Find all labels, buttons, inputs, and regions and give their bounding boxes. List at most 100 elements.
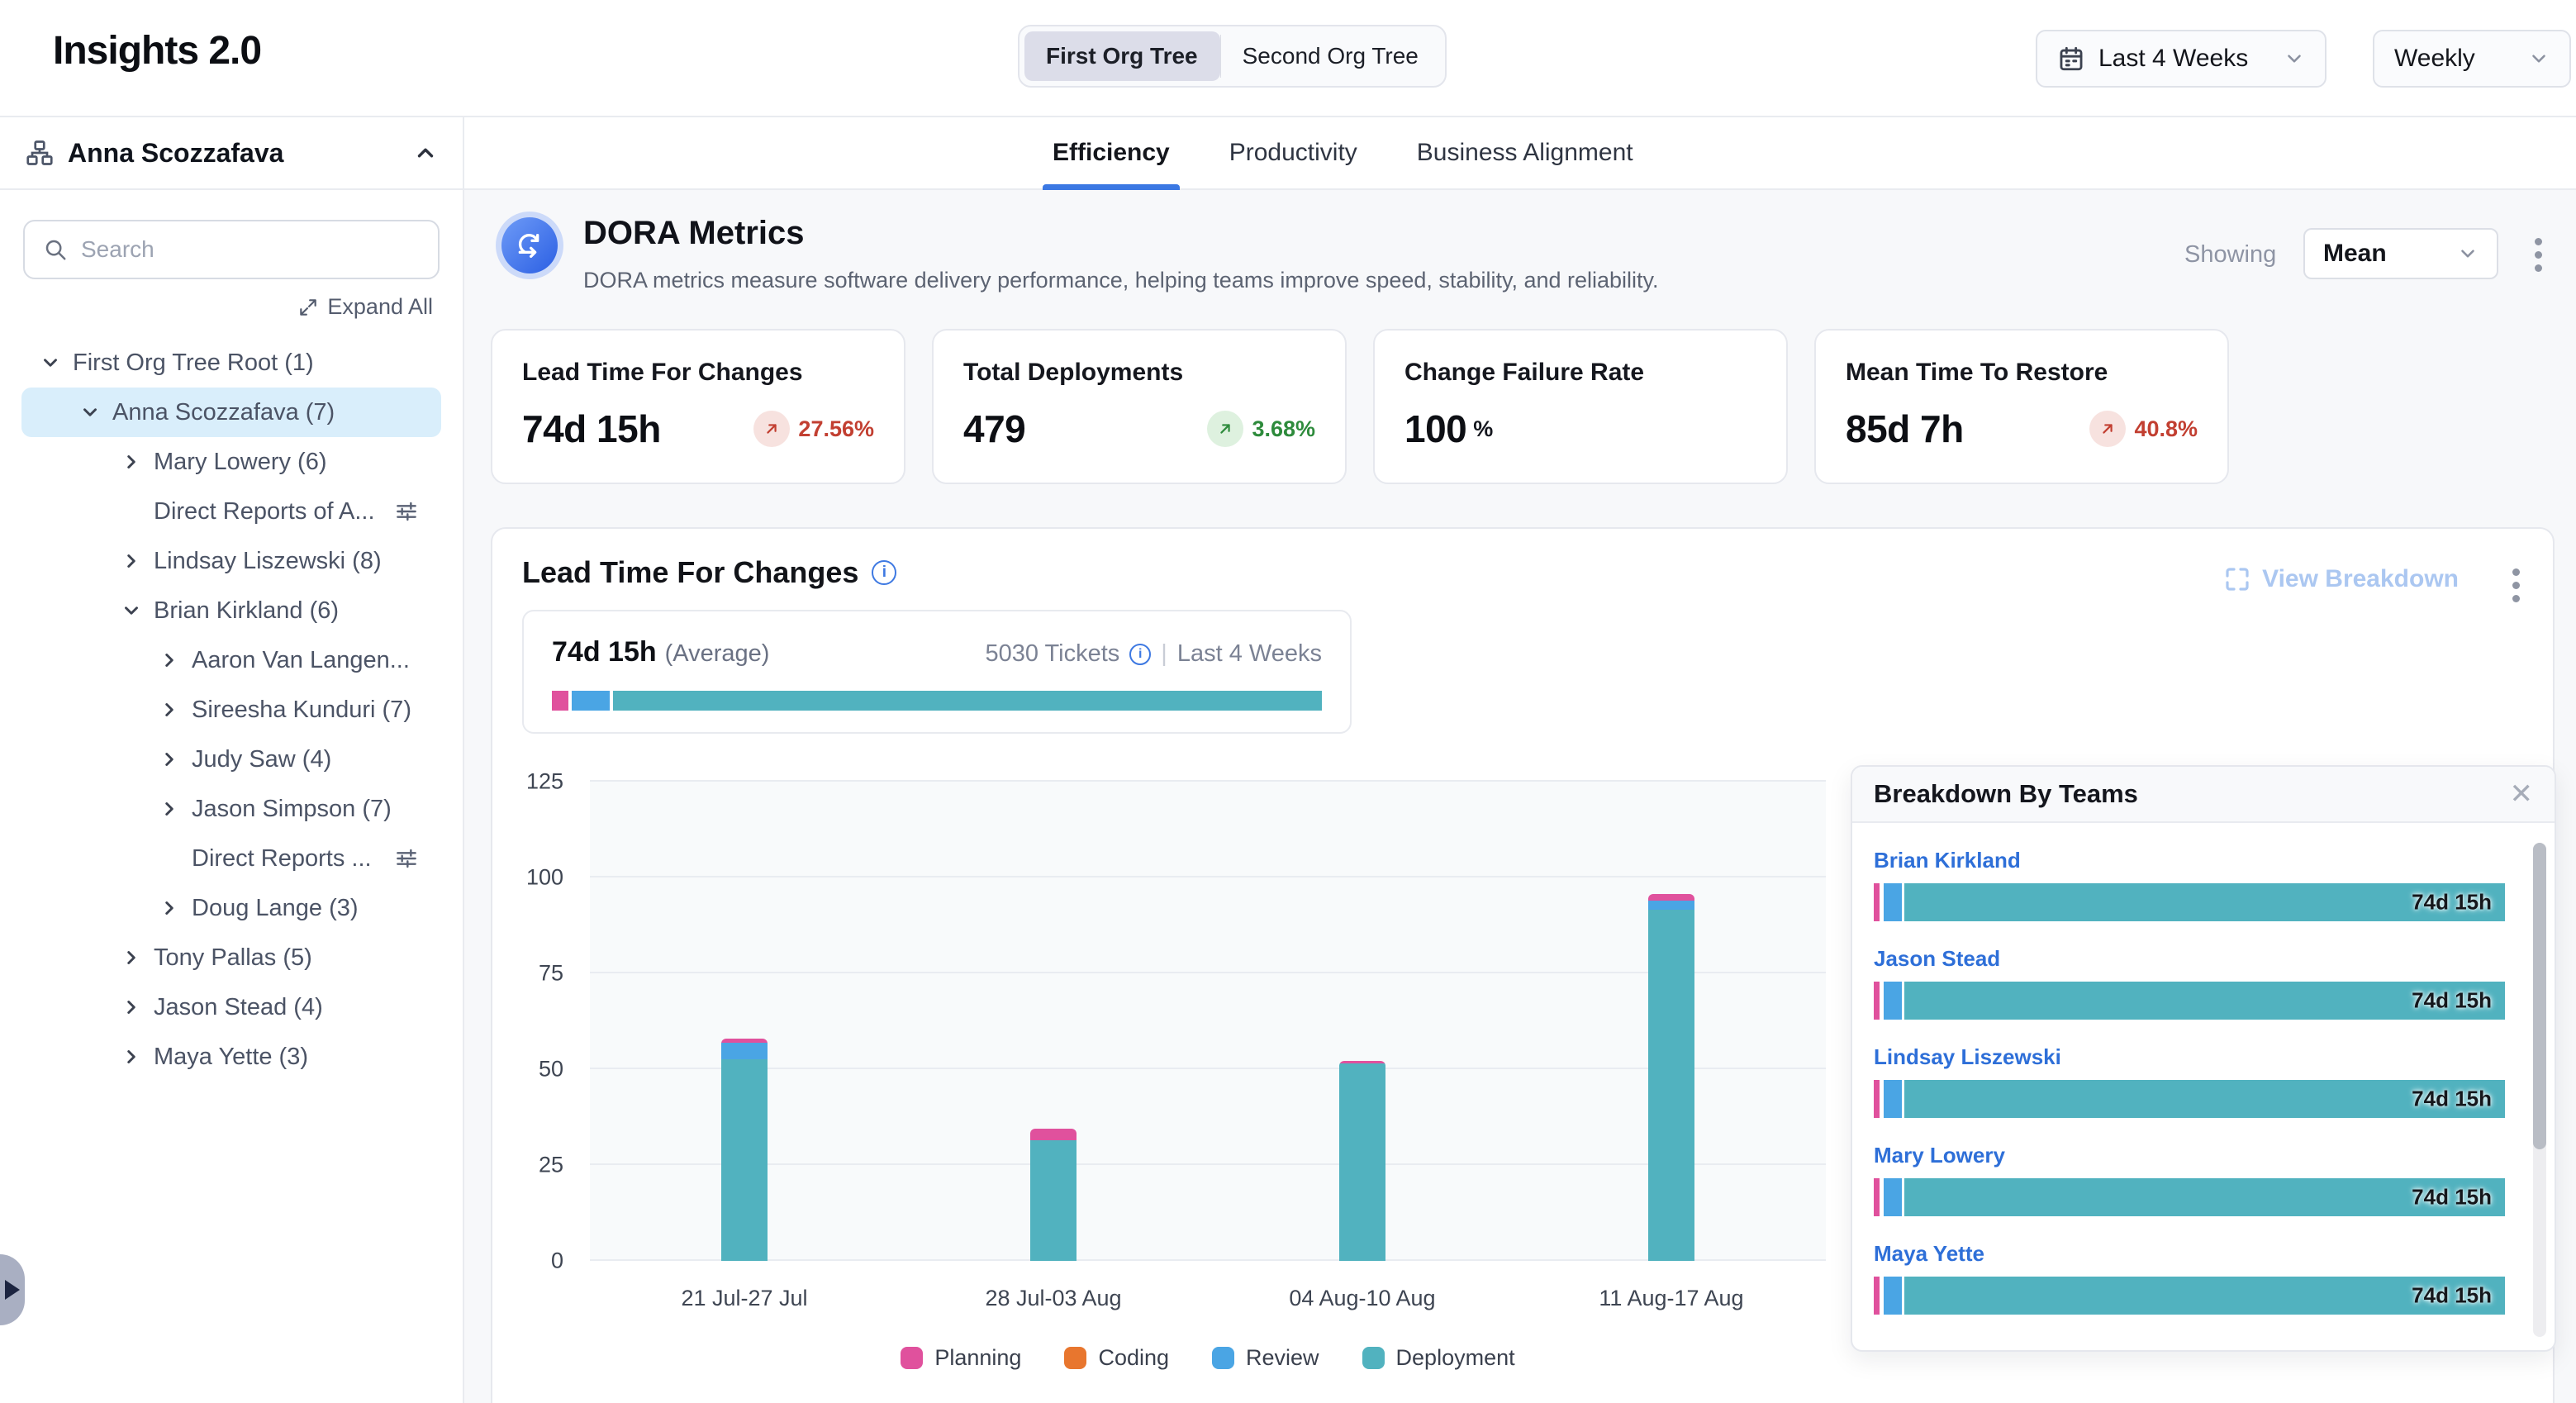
tab-efficiency[interactable]: Efficiency [1049, 117, 1173, 188]
close-icon[interactable]: ✕ [2510, 780, 2534, 808]
chevron-right-icon[interactable] [155, 696, 183, 724]
trend-badge: 27.56% [753, 411, 874, 447]
sidebar-item-sireesha-kunduri-7[interactable]: Sireesha Kunduri (7) [21, 685, 441, 735]
sidebar-item-jason-simpson-7[interactable]: Jason Simpson (7) [21, 784, 441, 834]
chevron-down-icon [2528, 48, 2550, 69]
org-tree-icon [25, 138, 55, 168]
tree-item-label: Judy Saw (4) [192, 746, 331, 773]
chart-plot-area [590, 782, 1826, 1261]
legend-swatch [1362, 1347, 1385, 1369]
chevron-down-icon[interactable] [76, 398, 104, 426]
gridline [590, 780, 1826, 782]
chevron-right-icon[interactable] [117, 944, 145, 972]
sidebar-drawer-handle[interactable] [0, 1254, 25, 1325]
date-range-select[interactable]: Last 4 Weeks [2036, 30, 2326, 88]
tree-item-label: Sireesha Kunduri (7) [192, 697, 411, 724]
bar-segment-review [1648, 901, 1694, 911]
bar-segment-planning [1030, 1129, 1077, 1140]
expand-all-button[interactable]: Expand All [0, 294, 433, 320]
team-link[interactable]: Lindsay Liszewski [1874, 1044, 2061, 1070]
chevron-down-icon[interactable] [117, 597, 145, 625]
sidebar-item-brian-kirkland-6[interactable]: Brian Kirkland (6) [21, 586, 441, 635]
showing-select[interactable]: Mean [2303, 228, 2498, 279]
dora-description: DORA metrics measure software delivery p… [583, 268, 1659, 293]
expand-all-label: Expand All [327, 294, 433, 320]
sidebar-item-lindsay-liszewski-8[interactable]: Lindsay Liszewski (8) [21, 536, 441, 586]
dora-title: DORA Metrics [583, 215, 804, 252]
breakdown-scrollbar [2533, 843, 2546, 1337]
metric-title: Change Failure Rate [1404, 359, 1756, 387]
bar-28-jul-03-aug[interactable] [1030, 1129, 1077, 1261]
team-link[interactable]: Mary Lowery [1874, 1143, 2005, 1168]
info-icon[interactable]: i [872, 560, 896, 585]
breakdown-team-list: Brian Kirkland74d 15hJason Stead74d 15hL… [1852, 823, 2555, 1315]
toggle-second-org-tree[interactable]: Second Org Tree [1221, 31, 1440, 81]
chevron-down-icon[interactable] [36, 349, 64, 377]
chart-menu-icon[interactable] [2512, 568, 2520, 602]
scrollbar-thumb[interactable] [2533, 843, 2546, 1149]
legend-label: Planning [934, 1345, 1021, 1371]
sidebar-item-mary-lowery-6[interactable]: Mary Lowery (6) [21, 437, 441, 487]
filter-settings-icon[interactable] [393, 498, 420, 525]
sidebar-item-direct-reports[interactable]: Direct Reports ... [21, 834, 441, 883]
info-icon[interactable]: i [1129, 644, 1151, 665]
iteration-icon [501, 217, 558, 273]
chevron-right-icon[interactable] [117, 1043, 145, 1071]
sidebar-item-maya-yette-3[interactable]: Maya Yette (3) [21, 1032, 441, 1082]
trend-up-icon [753, 411, 790, 447]
team-bar-segment [1874, 1277, 1880, 1315]
bar-21-jul-27-jul[interactable] [721, 1039, 768, 1261]
chevron-right-icon[interactable] [117, 547, 145, 575]
chevron-right-icon[interactable] [155, 894, 183, 922]
chevron-right-icon[interactable] [155, 795, 183, 823]
sidebar-item-doug-lange-3[interactable]: Doug Lange (3) [21, 883, 441, 933]
tab-business-alignment[interactable]: Business Alignment [1414, 117, 1637, 188]
toggle-first-org-tree[interactable]: First Org Tree [1024, 31, 1220, 81]
bar-11-aug-17-aug[interactable] [1648, 894, 1694, 1262]
tree-item-label: Direct Reports ... [192, 845, 372, 873]
team-link[interactable]: Jason Stead [1874, 946, 2000, 972]
dora-menu-icon[interactable] [2535, 238, 2542, 272]
filter-settings-icon[interactable] [393, 845, 420, 872]
team-row-brian-kirkland: Brian Kirkland74d 15h [1874, 848, 2505, 921]
view-breakdown-button[interactable]: View Breakdown [2224, 565, 2459, 593]
sidebar-item-anna-scozzafava-7[interactable]: Anna Scozzafava (7) [21, 388, 441, 437]
team-link[interactable]: Maya Yette [1874, 1241, 1984, 1267]
tree-item-label: Tony Pallas (5) [154, 944, 312, 972]
chevron-right-icon[interactable] [155, 745, 183, 773]
sidebar-item-first-org-tree-root-1[interactable]: First Org Tree Root (1) [21, 338, 441, 388]
team-bar: 74d 15h [1874, 982, 2505, 1020]
gridline [590, 972, 1826, 973]
sidebar-item-jason-stead-4[interactable]: Jason Stead (4) [21, 982, 441, 1032]
legend-label: Review [1246, 1345, 1319, 1371]
search-input[interactable] [81, 236, 420, 263]
sidebar-item-judy-saw-4[interactable]: Judy Saw (4) [21, 735, 441, 784]
team-bar: 74d 15h [1874, 1080, 2505, 1118]
trend-up-icon [1207, 411, 1243, 447]
section-title: Lead Time For Changes [522, 555, 858, 590]
granularity-select[interactable]: Weekly [2373, 30, 2571, 88]
arrow-right-icon [5, 1280, 20, 1300]
gridline [590, 1259, 1826, 1261]
tree-item-label: Jason Simpson (7) [192, 796, 392, 823]
chevron-right-icon[interactable] [155, 646, 183, 674]
top-bar: Insights 2.0 First Org Tree Second Org T… [0, 0, 2576, 117]
chevron-right-icon[interactable] [117, 448, 145, 476]
tab-productivity[interactable]: Productivity [1226, 117, 1361, 188]
tickets-count: 5030 Tickets [985, 640, 1119, 668]
team-link[interactable]: Brian Kirkland [1874, 848, 2021, 873]
tree-item-label: Maya Yette (3) [154, 1044, 308, 1071]
sidebar-item-tony-pallas-5[interactable]: Tony Pallas (5) [21, 933, 441, 982]
bar-04-aug-10-aug[interactable] [1339, 1061, 1385, 1261]
metric-card-total-deployments: Total Deployments4793.68% [932, 329, 1347, 484]
sidebar-item-direct-reports-of-a[interactable]: Direct Reports of A... [21, 487, 441, 536]
page-title: Insights 2.0 [53, 28, 261, 74]
breakdown-panel: Breakdown By Teams ✕ Brian Kirkland74d 1… [1851, 765, 2556, 1352]
chevron-up-icon[interactable] [413, 140, 438, 165]
team-value: 74d 15h [2412, 1283, 2492, 1309]
chevron-right-icon[interactable] [117, 993, 145, 1021]
metric-card-change-failure-rate: Change Failure Rate100% [1373, 329, 1788, 484]
sidebar-item-aaron-van-langen[interactable]: Aaron Van Langen... [21, 635, 441, 685]
legend-label: Deployment [1396, 1345, 1515, 1371]
tree-item-label: Direct Reports of A... [154, 498, 375, 526]
